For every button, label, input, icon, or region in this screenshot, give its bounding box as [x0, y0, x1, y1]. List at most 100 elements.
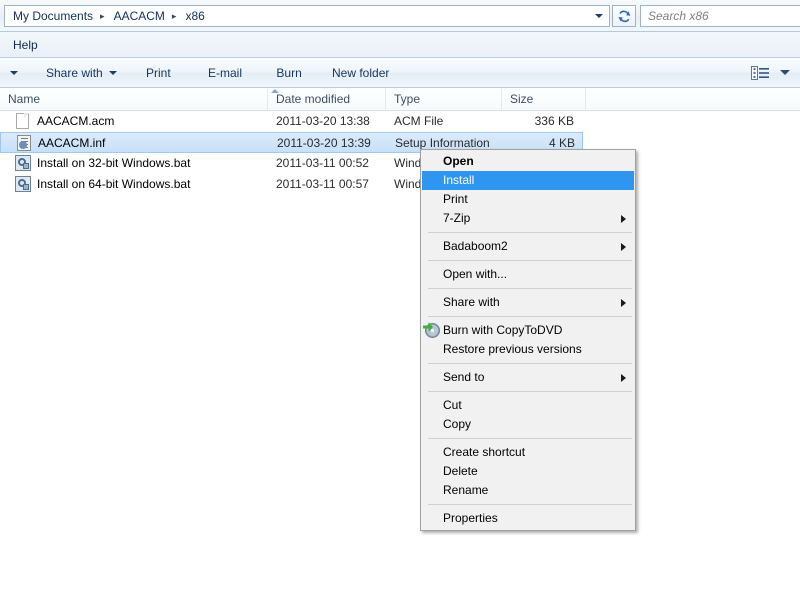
context-menu-separator: [428, 391, 632, 392]
context-menu-separator: [428, 232, 632, 233]
batch-file-icon: [15, 155, 31, 171]
context-menu-item-label: 7-Zip: [443, 211, 471, 225]
toolbar-button-label: Share with: [46, 65, 103, 80]
context-menu-item-label: Create shortcut: [443, 445, 526, 459]
column-header-size[interactable]: Size: [502, 88, 586, 110]
submenu-arrow-icon: [621, 243, 626, 251]
context-menu-item-open-with[interactable]: Open with...: [421, 265, 635, 284]
context-menu-item-label: Rename: [443, 483, 489, 497]
breadcrumb-item-my-documents[interactable]: My Documents: [5, 6, 96, 26]
context-menu-item-install[interactable]: Install: [422, 171, 634, 190]
toolbar-button-share-with[interactable]: Share with: [38, 58, 125, 87]
file-size-cell: 336 KB: [534, 114, 574, 128]
menu-item-help[interactable]: Help: [8, 36, 43, 54]
change-view-button[interactable]: [746, 58, 774, 87]
file-name-cell: AACACM.acm: [37, 114, 115, 128]
context-menu-separator: [428, 288, 632, 289]
context-menu-item-label: Install: [443, 173, 475, 187]
submenu-arrow-icon: [621, 215, 626, 223]
submenu-arrow-icon: [621, 299, 626, 307]
context-menu-item-burn-with-copytodvd[interactable]: Burn with CopyToDVD: [421, 321, 635, 340]
refresh-button[interactable]: [612, 5, 636, 27]
batch-file-icon: [15, 176, 31, 192]
command-toolbar: New folder Burn E-mail Print Share with: [0, 58, 800, 88]
context-menu-item-delete[interactable]: Delete: [421, 462, 635, 481]
context-menu-item-cut[interactable]: Cut: [421, 396, 635, 415]
context-menu-separator: [428, 363, 632, 364]
toolbar-button-print[interactable]: Print: [138, 58, 179, 87]
context-menu-item-print[interactable]: Print: [421, 190, 635, 209]
breadcrumb-dropdown-button[interactable]: [590, 7, 608, 25]
context-menu-item-label: Open: [443, 154, 474, 168]
file-type-cell: ACM File: [394, 114, 444, 128]
context-menu-item-rename[interactable]: Rename: [421, 481, 635, 500]
file-name-cell: Install on 64-bit Windows.bat: [37, 177, 191, 191]
breadcrumb-item-x86[interactable]: x86: [180, 6, 207, 26]
column-header-row: Name Date modified Type Size: [0, 88, 800, 111]
breadcrumb-separator-icon: ▸: [100, 11, 105, 21]
column-header-date-modified[interactable]: Date modified: [268, 88, 386, 110]
file-list[interactable]: AACACM.acm 2011-03-20 13:38 ACM File 336 KB…: [0, 111, 800, 600]
toolbar-button-label: E-mail: [208, 65, 243, 80]
context-menu-item-label: Send to: [443, 370, 485, 384]
breadcrumb-separator-icon: ▸: [171, 11, 177, 21]
toolbar-button-label: Burn: [276, 65, 302, 80]
context-menu-separator: [428, 260, 632, 261]
context-menu-item-send-to[interactable]: Send to: [421, 368, 635, 387]
copytodvd-disc-icon: [423, 322, 440, 339]
context-menu-item-label: Properties: [443, 511, 498, 525]
file-icon: [16, 135, 33, 152]
context-menu-separator: [428, 504, 632, 505]
chevron-down-icon: [10, 70, 18, 75]
context-menu-item-label: Cut: [443, 398, 462, 412]
chevron-down-icon: [595, 14, 603, 18]
context-menu-item-copy[interactable]: Copy: [421, 415, 635, 434]
search-input[interactable]: Search x86: [640, 5, 800, 27]
search-placeholder: Search x86: [648, 9, 709, 23]
context-menu-item-label: Burn with CopyToDVD: [443, 323, 563, 337]
refresh-icon: [618, 10, 630, 22]
context-menu-item-badaboom2[interactable]: Badaboom2: [421, 237, 635, 256]
toolbar-button-label: New folder: [332, 65, 390, 80]
context-menu-item-properties[interactable]: Properties: [421, 509, 635, 528]
chevron-down-icon: [780, 70, 790, 75]
file-date-cell: 2011-03-11 00:57: [276, 177, 369, 191]
file-row[interactable]: AACACM.acm 2011-03-20 13:38 ACM File 336 KB: [0, 111, 583, 132]
toolbar-button-new-folder[interactable]: New folder: [324, 58, 397, 87]
file-icon: [15, 155, 32, 172]
file-name-cell: Install on 32-bit Windows.bat: [37, 156, 191, 170]
context-menu-item-label: Restore previous versions: [443, 342, 582, 356]
file-icon: [15, 176, 32, 193]
file-name-cell: AACACM.inf: [38, 136, 106, 150]
context-menu-separator: [428, 316, 632, 317]
organize-overflow-button[interactable]: [2, 58, 26, 87]
context-menu-item-restore-previous-versions[interactable]: Restore previous versions: [421, 340, 635, 359]
breadcrumb-item-aacacm[interactable]: AACACM: [109, 6, 168, 26]
list-view-icon: [751, 65, 769, 80]
context-menu-item-label: Copy: [443, 417, 472, 431]
toolbar-button-label: Print: [146, 65, 171, 80]
file-date-cell: 2011-03-20 13:39: [277, 136, 371, 150]
context-menu-item-share-with[interactable]: Share with: [421, 293, 635, 312]
context-menu[interactable]: Open Install Print 7-Zip Badaboom2 Open with.…: [420, 149, 636, 531]
toolbar-button-e-mail[interactable]: E-mail: [200, 58, 250, 87]
context-menu-item-create-shortcut[interactable]: Create shortcut: [421, 443, 635, 462]
chevron-down-icon: [108, 70, 117, 75]
context-menu-separator: [428, 438, 632, 439]
context-menu-item-7-zip[interactable]: 7-Zip: [421, 209, 635, 228]
sort-indicator-icon: [271, 89, 279, 93]
toolbar-button-burn[interactable]: Burn: [268, 58, 309, 87]
context-menu-item-label: Share with: [443, 295, 500, 309]
submenu-arrow-icon: [621, 374, 626, 382]
change-view-dropdown-button[interactable]: [776, 58, 794, 87]
address-bar: My Documents ▸ AACACM ▸ x86 Search x86: [0, 0, 800, 32]
breadcrumb[interactable]: My Documents ▸ AACACM ▸ x86: [4, 5, 610, 27]
column-header-type[interactable]: Type: [386, 88, 502, 110]
file-icon: [15, 113, 32, 130]
file-date-cell: 2011-03-20 13:38: [276, 114, 370, 128]
context-menu-item-label: Badaboom2: [443, 239, 508, 253]
setup-information-icon: [17, 135, 31, 151]
context-menu-item-open[interactable]: Open: [421, 152, 635, 171]
context-menu-item-label: Delete: [443, 464, 478, 478]
column-header-name[interactable]: Name: [0, 88, 268, 110]
